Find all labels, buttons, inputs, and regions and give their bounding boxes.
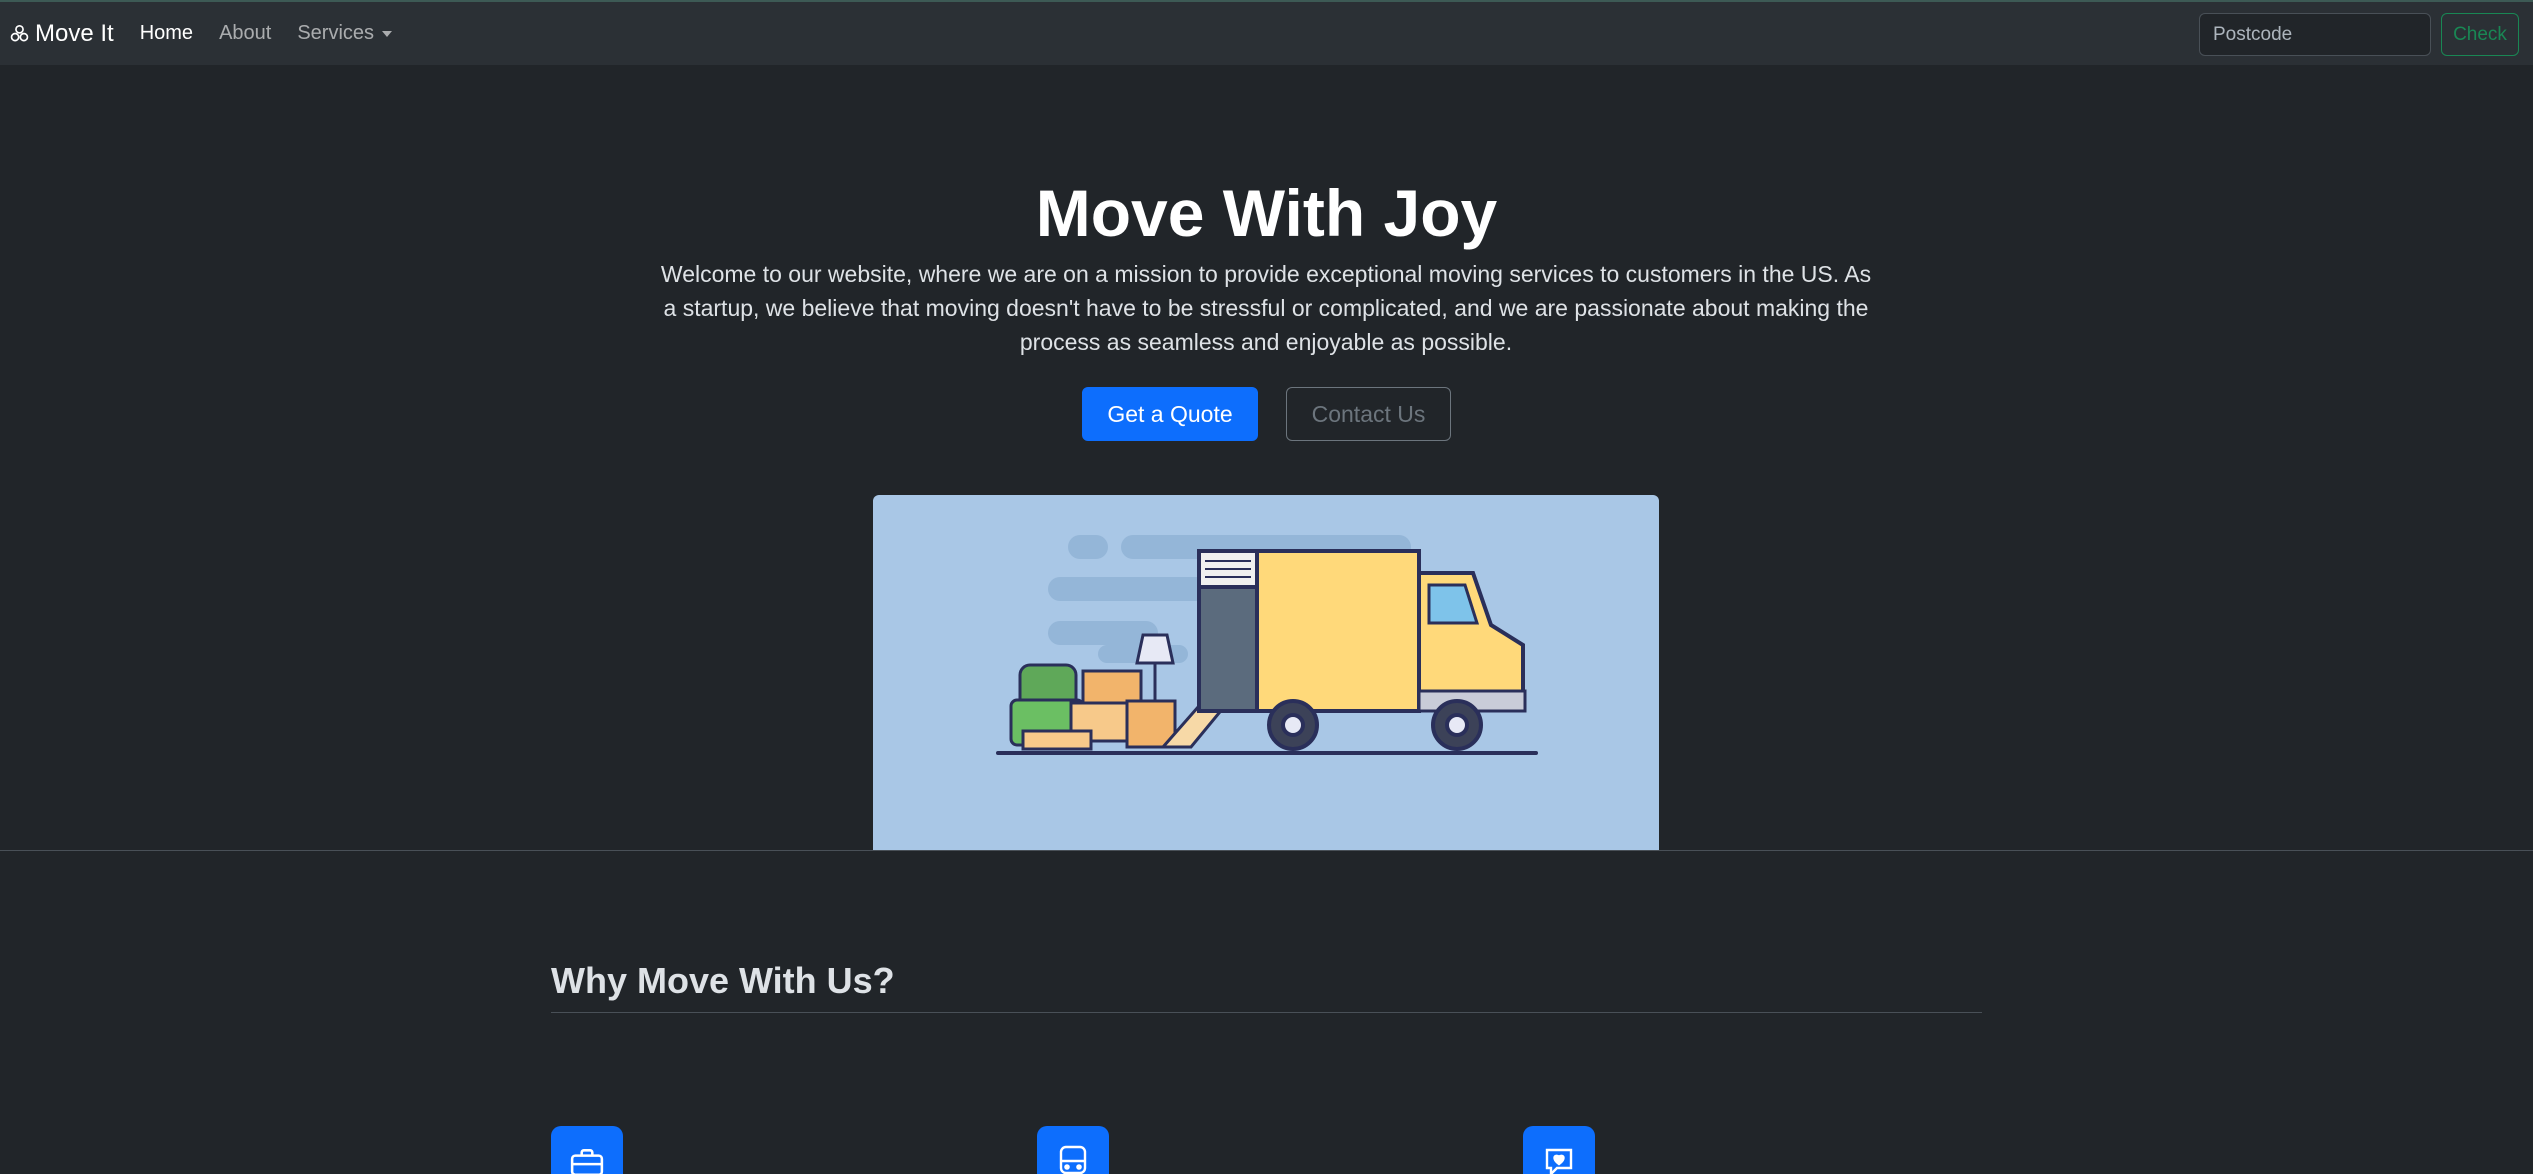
- briefcase-icon: [551, 1126, 623, 1174]
- chevron-down-icon: [382, 30, 393, 37]
- features-section: Why Move With Us?: [551, 960, 1982, 1174]
- moving-truck-illustration: [873, 495, 1659, 850]
- brand-name: Move It: [35, 19, 114, 47]
- get-quote-button[interactable]: Get a Quote: [1082, 387, 1258, 441]
- hero-title: Move With Joy: [1035, 176, 1498, 250]
- brand-logo-icon: [10, 24, 29, 42]
- check-button[interactable]: Check: [2441, 13, 2519, 56]
- features-title: Why Move With Us?: [551, 960, 1982, 1013]
- nav-about[interactable]: About: [219, 22, 271, 45]
- nav-home[interactable]: Home: [140, 22, 193, 45]
- top-navbar: Move It Home About Services Check: [0, 0, 2533, 65]
- hero-lead: Welcome to our website, where we are on …: [660, 261, 1872, 355]
- brand-link[interactable]: Move It: [10, 20, 114, 48]
- chat-heart-icon: [1523, 1126, 1595, 1174]
- nav-services-dropdown[interactable]: Services: [297, 22, 393, 45]
- contact-us-button[interactable]: Contact Us: [1286, 387, 1451, 441]
- bus-icon: [1037, 1126, 1109, 1174]
- postcode-input[interactable]: [2199, 13, 2431, 56]
- postcode-form: Check: [2199, 13, 2519, 56]
- truck-icon: [996, 535, 1538, 755]
- feature-list: [551, 1013, 1982, 1174]
- hero-buttons: Get a Quote Contact Us: [0, 387, 2533, 441]
- hero-section: Move With Joy Welcome to our website, wh…: [0, 65, 2533, 851]
- nav-services-label: Services: [297, 22, 375, 44]
